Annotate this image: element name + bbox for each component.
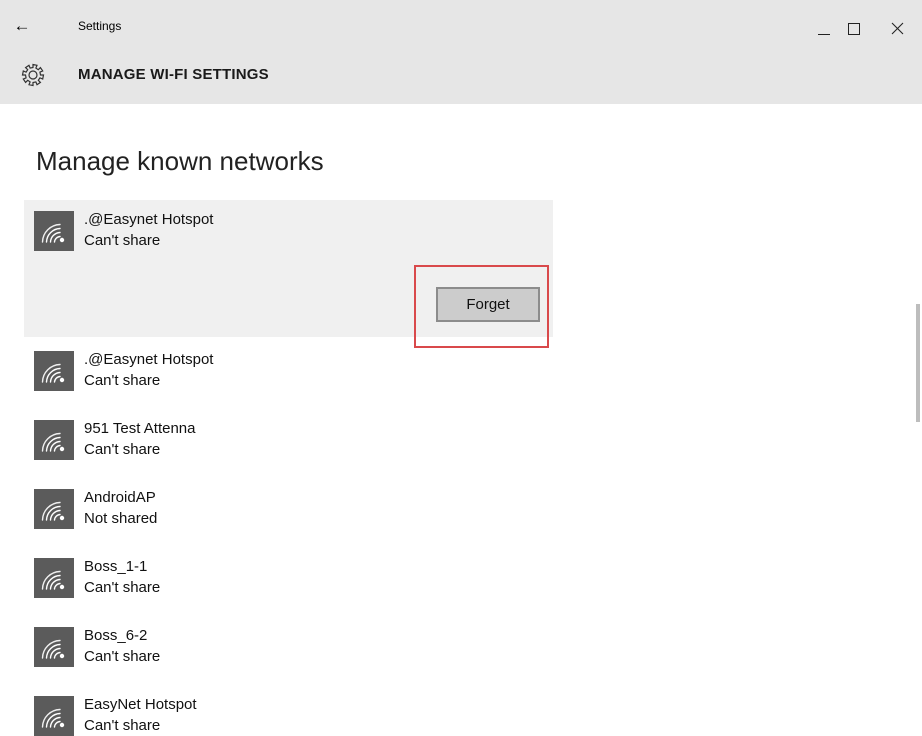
- network-list-item[interactable]: Boss_1-1 Can't share: [24, 547, 553, 613]
- main-content: Manage known networks .@Easynet Hotspot …: [0, 104, 912, 736]
- close-icon: [891, 22, 904, 35]
- window-title: Settings: [78, 19, 122, 33]
- gear-icon: [21, 63, 45, 87]
- network-list-item[interactable]: .@Easynet Hotspot Can't share: [24, 340, 553, 406]
- wifi-tile: [34, 696, 74, 736]
- wifi-tile: [34, 627, 74, 667]
- wifi-signal-icon: [41, 501, 65, 521]
- network-name: .@Easynet Hotspot: [84, 351, 214, 368]
- forget-button[interactable]: Forget: [436, 287, 540, 322]
- wifi-signal-icon: [41, 639, 65, 659]
- wifi-signal-icon: [41, 708, 65, 728]
- close-button[interactable]: [883, 14, 913, 44]
- settings-window: ← Settings MANAGE WI-FI SETTINGS Manage …: [0, 0, 922, 736]
- network-sharing-status: Can't share: [84, 648, 161, 665]
- wifi-tile: [34, 489, 74, 529]
- page-title: Manage known networks: [36, 146, 324, 176]
- wifi-tile: [34, 351, 74, 391]
- network-list-item[interactable]: EasyNet Hotspot Can't share: [24, 685, 553, 736]
- scrollbar[interactable]: [912, 104, 922, 736]
- network-sharing-status: Can't share: [84, 441, 161, 458]
- network-list-item-selected[interactable]: .@Easynet Hotspot Can't share Forget: [24, 200, 553, 348]
- network-sharing-status: Can't share: [84, 232, 161, 249]
- minimize-button[interactable]: [810, 14, 840, 44]
- wifi-tile: [34, 420, 74, 460]
- title-bar: ← Settings: [0, 0, 922, 56]
- network-sharing-status: Can't share: [84, 579, 161, 596]
- network-sharing-status: Not shared: [84, 510, 158, 527]
- network-name: 951 Test Attenna: [84, 420, 196, 437]
- network-name: Boss_1-1: [84, 558, 148, 575]
- network-list-item[interactable]: AndroidAP Not shared: [24, 478, 553, 544]
- back-arrow-icon[interactable]: ←: [10, 14, 34, 38]
- wifi-signal-icon: [41, 570, 65, 590]
- network-name: EasyNet Hotspot: [84, 696, 197, 713]
- network-name: Boss_6-2: [84, 627, 148, 644]
- scrollbar-thumb[interactable]: [916, 304, 920, 422]
- wifi-tile: [34, 211, 74, 251]
- network-list-item[interactable]: Boss_6-2 Can't share: [24, 616, 553, 682]
- wifi-signal-icon: [41, 223, 65, 243]
- maximize-button[interactable]: [838, 14, 868, 44]
- wifi-tile: [34, 558, 74, 598]
- network-list-item[interactable]: 951 Test Attenna Can't share: [24, 409, 553, 475]
- wifi-signal-icon: [41, 363, 65, 383]
- network-sharing-status: Can't share: [84, 372, 161, 389]
- network-name: .@Easynet Hotspot: [84, 211, 214, 228]
- wifi-signal-icon: [41, 432, 65, 452]
- network-sharing-status: Can't share: [84, 717, 161, 734]
- page-header: MANAGE WI-FI SETTINGS: [0, 56, 922, 104]
- page-header-title: MANAGE WI-FI SETTINGS: [78, 66, 269, 83]
- network-name: AndroidAP: [84, 489, 156, 506]
